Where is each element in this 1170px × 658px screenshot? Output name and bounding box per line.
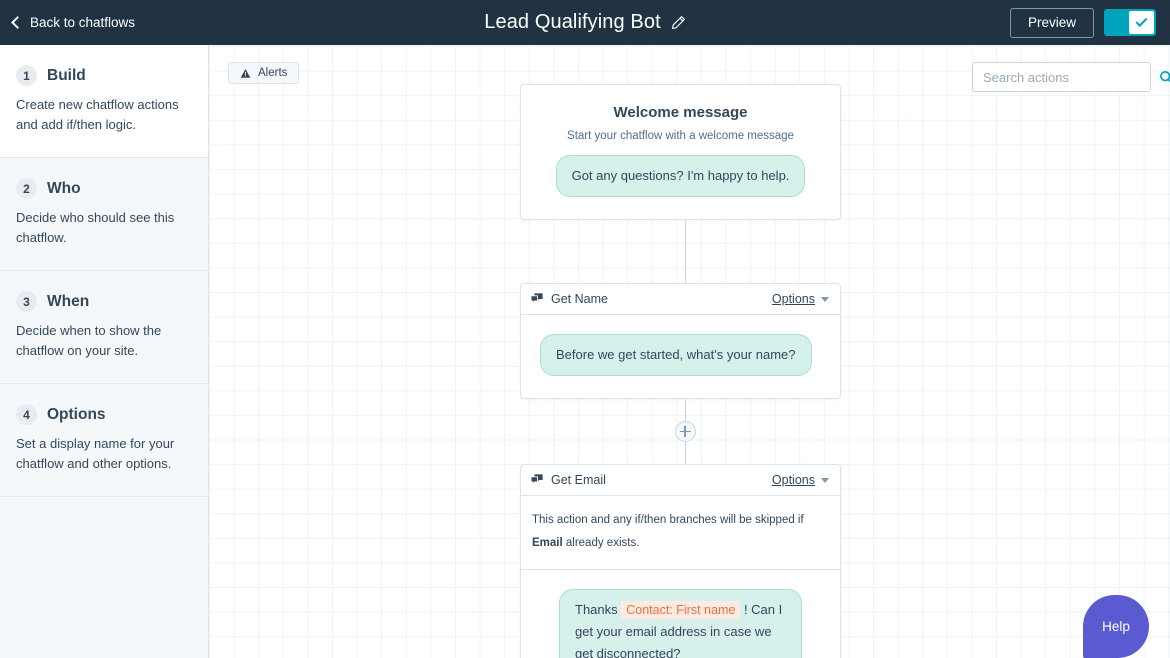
message-pre-text: Thanks: [575, 602, 621, 617]
title-area: Lead Qualifying Bot: [0, 0, 1170, 45]
sidebar-step-who[interactable]: 2 Who Decide who should see this chatflo…: [0, 158, 208, 271]
add-action-wrap: [520, 421, 850, 442]
top-bar: Back to chatflows Lead Qualifying Bot Pr…: [0, 0, 1170, 45]
step-description: Create new chatflow actions and add if/t…: [16, 95, 190, 135]
step-title: Options: [47, 406, 106, 424]
search-actions-box[interactable]: [972, 62, 1151, 92]
search-icon[interactable]: [1159, 70, 1170, 85]
step-description: Set a display name for your chatflow and…: [16, 434, 190, 474]
flow-canvas: Alerts Welcome message Start your chatfl…: [209, 45, 1170, 658]
get-email-card[interactable]: Get Email Options This action and any if…: [520, 464, 841, 658]
sidebar-step-options[interactable]: 4 Options Set a display name for your ch…: [0, 384, 208, 497]
step-header: 1 Build: [16, 65, 190, 86]
step-title: Build: [47, 67, 86, 85]
card-header-left: Get Email: [530, 473, 606, 487]
get-name-title: Get Name: [551, 292, 608, 306]
step-number-badge: 1: [16, 65, 37, 86]
plus-icon-vertical: [684, 426, 686, 437]
get-name-card-header: Get Name Options: [521, 284, 840, 315]
back-to-chatflows-label: Back to chatflows: [30, 15, 135, 30]
pencil-icon[interactable]: [671, 15, 686, 30]
sidebar-step-when[interactable]: 3 When Decide when to show the chatflow …: [0, 271, 208, 384]
contact-first-name-token[interactable]: Contact: First name: [621, 601, 740, 619]
sidebar-step-build[interactable]: 1 Build Create new chatflow actions and …: [0, 45, 208, 158]
options-label: Options: [772, 473, 815, 487]
notice-pre-text: This action and any if/then branches wil…: [532, 514, 804, 526]
connector-line: [685, 220, 686, 283]
connector-line: [685, 399, 686, 421]
card-header-left: Get Name: [530, 292, 608, 306]
chatflow-editor-page: Back to chatflows Lead Qualifying Bot Pr…: [0, 0, 1170, 658]
help-button[interactable]: Help: [1083, 595, 1149, 658]
top-bar-actions: Preview: [1010, 0, 1156, 45]
page-title: Lead Qualifying Bot: [484, 11, 660, 34]
chevron-down-icon: [821, 297, 829, 302]
step-header: 3 When: [16, 291, 190, 312]
get-email-card-header: Get Email Options: [521, 465, 840, 496]
step-number-badge: 4: [16, 404, 37, 425]
search-input[interactable]: [983, 70, 1159, 85]
get-email-skip-notice: This action and any if/then branches wil…: [521, 496, 840, 570]
step-header: 2 Who: [16, 178, 190, 199]
welcome-message-bubble[interactable]: Got any questions? I'm happy to help.: [556, 155, 806, 197]
get-name-card-body: Before we get started, what's your name?: [521, 315, 840, 398]
toggle-knob: [1129, 11, 1154, 34]
connector-line: [685, 442, 686, 464]
step-header: 4 Options: [16, 404, 190, 425]
step-title: When: [47, 293, 89, 311]
step-description: Decide when to show the chatflow on your…: [16, 321, 190, 361]
preview-button[interactable]: Preview: [1010, 8, 1094, 38]
add-action-button[interactable]: [675, 421, 696, 442]
get-name-card[interactable]: Get Name Options Before we get started, …: [520, 283, 841, 399]
flow-column: Welcome message Start your chatflow with…: [520, 84, 850, 658]
notice-post-text: already exists.: [563, 537, 640, 549]
alerts-button[interactable]: Alerts: [228, 62, 299, 84]
publish-toggle[interactable]: [1104, 9, 1156, 36]
step-title: Who: [47, 180, 81, 198]
get-email-title: Get Email: [551, 473, 606, 487]
alerts-label: Alerts: [258, 67, 287, 79]
steps-sidebar: 1 Build Create new chatflow actions and …: [0, 45, 209, 658]
welcome-title: Welcome message: [543, 104, 818, 121]
check-icon: [1135, 15, 1147, 27]
get-name-message-bubble[interactable]: Before we get started, what's your name?: [540, 334, 812, 376]
chat-bubbles-icon: [530, 292, 544, 306]
options-label: Options: [772, 292, 815, 306]
get-email-message-bubble[interactable]: Thanks Contact: First name ! Can I get y…: [559, 589, 802, 658]
notice-bold-text: Email: [532, 537, 563, 549]
get-email-options-button[interactable]: Options: [772, 473, 829, 487]
welcome-subtitle: Start your chatflow with a welcome messa…: [543, 130, 818, 142]
chevron-down-icon: [821, 478, 829, 483]
step-description: Decide who should see this chatflow.: [16, 208, 190, 248]
welcome-message-card[interactable]: Welcome message Start your chatflow with…: [520, 84, 841, 220]
step-number-badge: 3: [16, 291, 37, 312]
get-email-card-body: Thanks Contact: First name ! Can I get y…: [521, 570, 840, 658]
step-number-badge: 2: [16, 178, 37, 199]
warning-triangle-icon: [240, 68, 251, 79]
get-name-options-button[interactable]: Options: [772, 292, 829, 306]
back-to-chatflows-link[interactable]: Back to chatflows: [13, 15, 135, 30]
chat-bubbles-icon: [530, 473, 544, 487]
chevron-left-icon: [11, 16, 24, 29]
